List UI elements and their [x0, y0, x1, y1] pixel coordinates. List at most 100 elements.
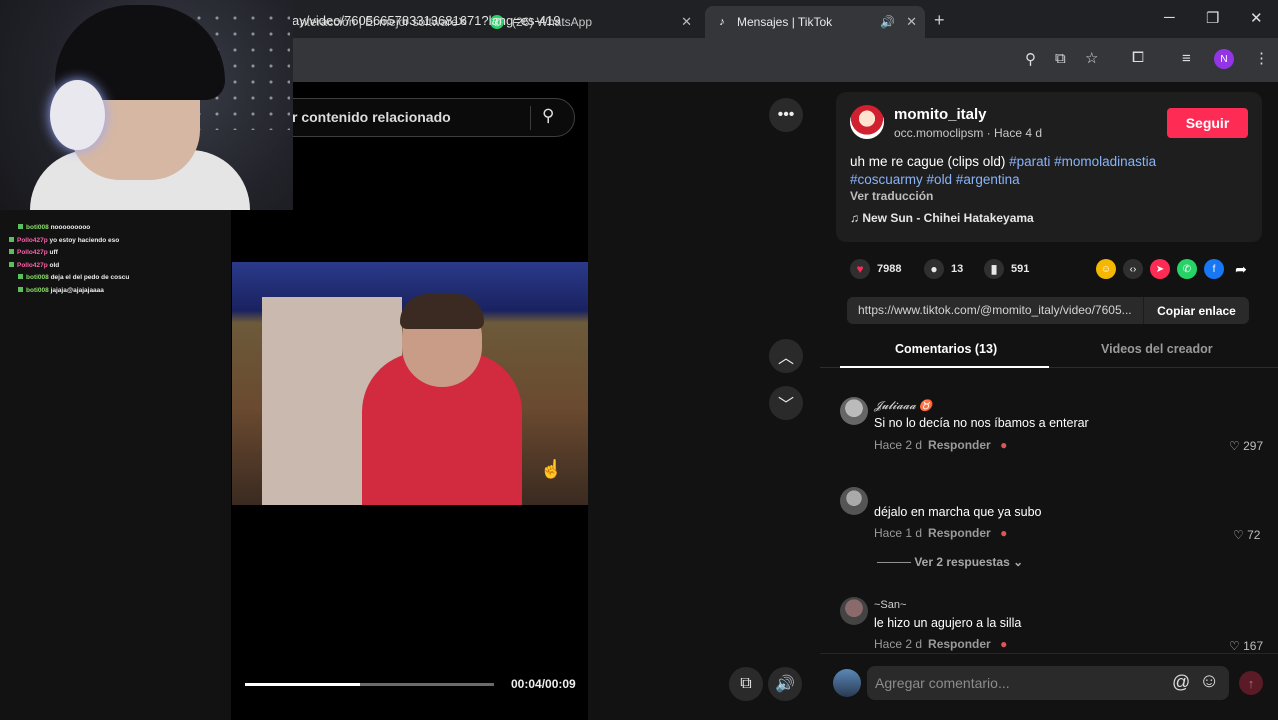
chat-user: boti008: [26, 274, 49, 281]
profile-avatar[interactable]: N: [1214, 49, 1234, 69]
close-tab-icon[interactable]: ✕: [906, 14, 917, 30]
comment-bubble-icon: ●: [924, 259, 944, 279]
extensions-icon[interactable]: ⧠: [1132, 49, 1144, 66]
close-window-button[interactable]: ✕: [1250, 9, 1263, 27]
comment-text: déjalo en marcha que ya subo: [874, 505, 1042, 519]
facebook-share-icon[interactable]: f: [1204, 259, 1224, 279]
video-progress-fill: [245, 683, 360, 686]
commenter-avatar[interactable]: [840, 597, 868, 625]
comment-text: le hizo un agujero a la silla: [874, 616, 1022, 630]
new-tab-button[interactable]: +: [934, 10, 945, 31]
comment-time: Hace 1 d: [874, 526, 923, 540]
close-tab-icon[interactable]: ✕: [681, 14, 692, 30]
comment-like-count: 167: [1243, 639, 1264, 653]
url-field[interactable]: ay/video/7605665783313681671?lang=es-419: [292, 13, 561, 28]
chat-badge-icon: [18, 286, 23, 292]
hashtag-link[interactable]: #parati: [1009, 154, 1050, 169]
hashtag-link[interactable]: #old: [927, 172, 953, 187]
chat-text: old: [49, 261, 60, 269]
comment-username[interactable]: ~San~: [874, 599, 906, 611]
like-action[interactable]: ♥ 7988: [850, 259, 901, 279]
chat-message: boti008 deja el del pedo de coscu: [0, 272, 231, 285]
floating-player-icon[interactable]: ⧉: [729, 667, 763, 701]
chat-message: boti008 nooooooooo: [0, 222, 231, 235]
author-avatar[interactable]: [850, 105, 884, 139]
comment-like[interactable]: ♡ 72: [1233, 528, 1260, 542]
heart-outline-icon: ♡: [1229, 439, 1244, 453]
comment-like-count: 72: [1247, 528, 1261, 542]
comment-text: Si no lo decía no nos íbamos a enterar: [874, 416, 1089, 430]
commenter-avatar[interactable]: [840, 397, 868, 425]
view-replies-button[interactable]: ──── Ver 2 respuestas ⌄: [877, 555, 1023, 569]
commenter-avatar[interactable]: [840, 487, 868, 515]
copy-link-button[interactable]: Copiar enlace: [1143, 297, 1249, 324]
chat-text: uff: [49, 249, 58, 256]
hashtag-link[interactable]: #momoladinastia: [1054, 154, 1156, 169]
chat-badge-icon: [18, 224, 23, 229]
mention-icon[interactable]: @: [1172, 672, 1190, 693]
bookmark-star-icon[interactable]: ☆: [1085, 49, 1098, 67]
save-action[interactable]: ▮ 591: [984, 259, 1029, 279]
clip-hair: [400, 294, 484, 329]
audio-playing-icon[interactable]: 🔊: [880, 15, 895, 29]
menu-kebab-icon[interactable]: ⋮: [1254, 49, 1269, 67]
video-frame[interactable]: [232, 262, 588, 505]
comment-like-count: 297: [1243, 439, 1264, 453]
chat-message: Pollo427p old: [0, 260, 231, 273]
chat-message: Pollo427p yo estoy haciendo eso: [0, 235, 231, 248]
reply-button[interactable]: Responder: [928, 637, 991, 651]
video-link[interactable]: https://www.tiktok.com/@momito_italy/vid…: [858, 303, 1142, 317]
chat-user: boti008: [26, 224, 49, 231]
previous-video-button[interactable]: ︿: [769, 339, 803, 373]
tiktok-icon: ♪: [719, 16, 725, 28]
author-name[interactable]: momito_italy: [894, 106, 987, 123]
cast-icon[interactable]: ⧉: [1055, 50, 1066, 67]
more-options-icon[interactable]: •••: [769, 98, 803, 132]
reaction-icon[interactable]: ●: [1000, 438, 1007, 452]
share-friends-icon[interactable]: ☺: [1096, 259, 1116, 279]
media-control-icon[interactable]: ≡: [1182, 50, 1191, 67]
tab-comments[interactable]: Comentarios (13): [895, 342, 997, 356]
zoom-icon[interactable]: ⚲: [1025, 50, 1036, 68]
minimize-button[interactable]: ─: [1164, 9, 1175, 26]
comment-time: Hace 2 d: [874, 637, 923, 651]
author-subtitle: occ.momoclipsm · Hace 4 d: [894, 126, 1043, 140]
search-icon[interactable]: ⚲: [542, 106, 554, 126]
whatsapp-share-icon[interactable]: ✆: [1177, 259, 1197, 279]
chat-text: jajaja@ajajajaaaa: [50, 286, 104, 294]
hashtag-link[interactable]: #coscuarmy: [850, 172, 923, 187]
follow-button[interactable]: Seguir: [1167, 108, 1248, 138]
comment-action[interactable]: ● 13: [924, 259, 963, 279]
reaction-icon[interactable]: ●: [1000, 526, 1007, 540]
reply-button[interactable]: Responder: [928, 526, 991, 540]
comment-time: Hace 2 d: [874, 438, 923, 452]
tab-creator-videos[interactable]: Videos del creador: [1101, 342, 1213, 356]
comment-meta: Hace 1 d Responder ●: [874, 526, 1007, 540]
comment-like[interactable]: ♡ 167: [1229, 639, 1263, 653]
reply-button[interactable]: Responder: [928, 438, 991, 452]
hand-cursor-icon: ☝: [540, 459, 563, 479]
chat-text: deja el del pedo de coscu: [50, 274, 130, 281]
tab-tiktok[interactable]: ♪ Mensajes | TikTok 🔊 ✕: [705, 6, 925, 38]
comment-like[interactable]: ♡ 297: [1229, 439, 1263, 453]
chat-text: yo estoy haciendo eso: [49, 236, 120, 244]
tab-label: Mensajes | TikTok: [737, 15, 833, 29]
like-count: 7988: [877, 263, 902, 275]
comment-meta: Hace 2 d Responder ●: [874, 438, 1007, 452]
webcam-overlay: [0, 0, 293, 210]
chevron-down-icon: ⌄: [1009, 555, 1024, 569]
volume-icon[interactable]: 🔊: [768, 667, 802, 701]
hashtag-link[interactable]: #argentina: [956, 172, 1020, 187]
music-link[interactable]: ♫ New Sun - Chihei Hatakeyama: [850, 211, 1034, 225]
view-replies-label: Ver 2 respuestas: [914, 555, 1010, 569]
comment-username[interactable]: 𝓙𝓾𝓵𝓲𝓪𝓪𝓪 ♉: [874, 399, 933, 413]
translate-link[interactable]: Ver traducción: [850, 189, 933, 203]
send-to-friends-icon[interactable]: ➤: [1150, 259, 1170, 279]
send-comment-button[interactable]: ↑: [1239, 671, 1263, 695]
more-share-icon[interactable]: ➦: [1231, 259, 1251, 279]
emoji-icon[interactable]: ☺: [1199, 670, 1219, 693]
embed-code-icon[interactable]: ‹›: [1123, 259, 1143, 279]
maximize-button[interactable]: ❐: [1206, 9, 1219, 27]
reaction-icon[interactable]: ●: [1000, 637, 1007, 651]
next-video-button[interactable]: ﹀: [769, 386, 803, 420]
